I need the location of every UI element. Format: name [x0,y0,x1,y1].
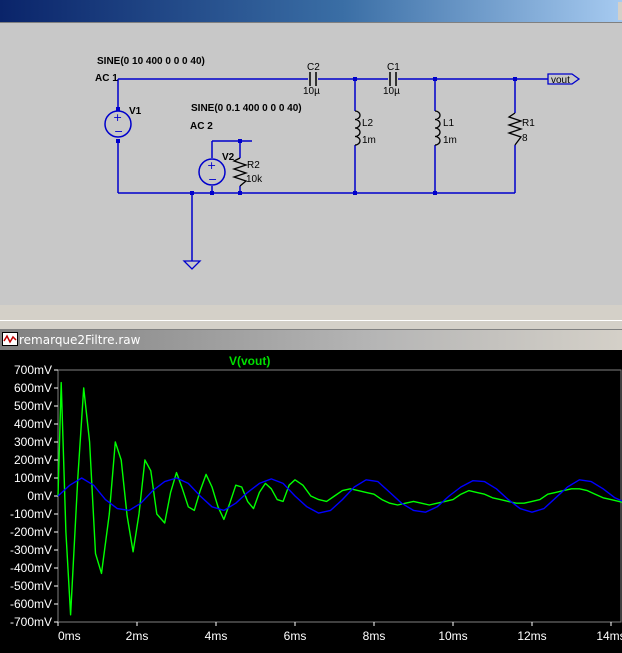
c2-value-label: 10µ [303,86,320,97]
y-tick-label: -700mV [10,615,52,629]
x-axis-ticks: 0ms 2ms 4ms 6ms 8ms 10ms 12ms 14ms [57,622,622,643]
x-tick-label: 2ms [126,629,149,643]
l1-value-label: 1m [443,135,457,146]
v1-source-symbol[interactable]: + − [104,110,132,138]
x-tick-label: 12ms [517,629,546,643]
plot-traces [57,381,622,616]
y-tick-label: -300mV [10,543,52,557]
c1-value-label: 10µ [383,86,400,97]
c2-capacitor-symbol[interactable] [309,72,317,86]
y-axis-ticks: 700mV 600mV 500mV 400mV 300mV 200mV 100mV 0mV -1… [10,363,58,629]
plot-frame [57,369,622,623]
v2-name-label: V2 [222,152,235,163]
c1-capacitor-symbol[interactable] [389,72,397,86]
v1-spec-label: SINE(0 10 400 0 0 0 40) [97,56,205,67]
y-tick-label: 100mV [14,471,52,485]
schematic-drawing: + − + − SINE(0 10 400 0 0 0 40) AC 1 V1 … [95,56,581,270]
r1-value-label: 8 [522,133,528,144]
y-tick-label: -100mV [10,507,52,521]
v2-ac-label: AC 2 [190,121,213,132]
trace-title-vout[interactable]: V(vout) [229,354,270,368]
r2-resistor-symbol[interactable] [231,157,249,187]
waveform-plot-pane[interactable]: 700mV 600mV 500mV 400mV 300mV 200mV 100mV 0mV -1… [0,350,622,653]
x-tick-label: 6ms [284,629,307,643]
c1-name-label: C1 [387,62,400,73]
r1-resistor-symbol[interactable] [506,112,524,146]
y-tick-label: -200mV [10,525,52,539]
y-tick-label: 200mV [14,453,52,467]
r2-name-label: R2 [247,160,260,171]
waveform-chart: 700mV 600mV 500mV 400mV 300mV 200mV 100mV 0mV -1… [10,354,622,643]
r2-value-label: 10k [246,174,263,185]
l1-name-label: L1 [443,118,455,129]
plot-grid [57,369,622,623]
y-tick-label: 0mV [27,489,52,503]
r1-name-label: R1 [522,118,535,129]
schematic-canvas[interactable]: + − + − SINE(0 10 400 0 0 0 40) AC 1 V1 … [0,23,622,305]
window-splitter[interactable] [0,320,622,330]
svg-text:+: + [207,159,216,172]
main-title-bar [0,0,622,22]
title-bar-edge [618,2,622,20]
x-tick-label: 0ms [58,629,81,643]
l2-inductor-symbol[interactable] [354,110,361,146]
waveform-icon [2,332,18,346]
x-tick-label: 8ms [363,629,386,643]
svg-text:−: − [114,125,123,138]
y-tick-label: 600mV [14,381,52,395]
c2-name-label: C2 [307,62,320,73]
v1-name-label: V1 [129,106,142,117]
l2-name-label: L2 [362,118,374,129]
x-tick-label: 4ms [205,629,228,643]
waveform-window-title: remarque2Filtre.raw [19,333,141,347]
svg-text:−: − [208,173,217,186]
v2-source-symbol[interactable]: + − [198,158,226,186]
ground-symbol [182,260,202,270]
y-tick-label: -600mV [10,597,52,611]
x-tick-label: 10ms [438,629,467,643]
v1-ac-label: AC 1 [95,73,118,84]
series-line-vout[interactable] [57,381,622,616]
vout-label: vout [551,75,570,86]
v2-spec-label: SINE(0 0.1 400 0 0 0 40) [191,103,302,114]
l1-inductor-symbol[interactable] [434,110,441,146]
y-tick-label: -400mV [10,561,52,575]
y-tick-label: 500mV [14,399,52,413]
y-tick-label: -500mV [10,579,52,593]
y-tick-label: 400mV [14,417,52,431]
svg-text:+: + [113,111,122,124]
waveform-window-title-bar[interactable]: remarque2Filtre.raw [0,330,622,350]
y-tick-label: 300mV [14,435,52,449]
l2-value-label: 1m [362,135,376,146]
x-tick-label: 14ms [596,629,622,643]
y-tick-label: 700mV [14,363,52,377]
